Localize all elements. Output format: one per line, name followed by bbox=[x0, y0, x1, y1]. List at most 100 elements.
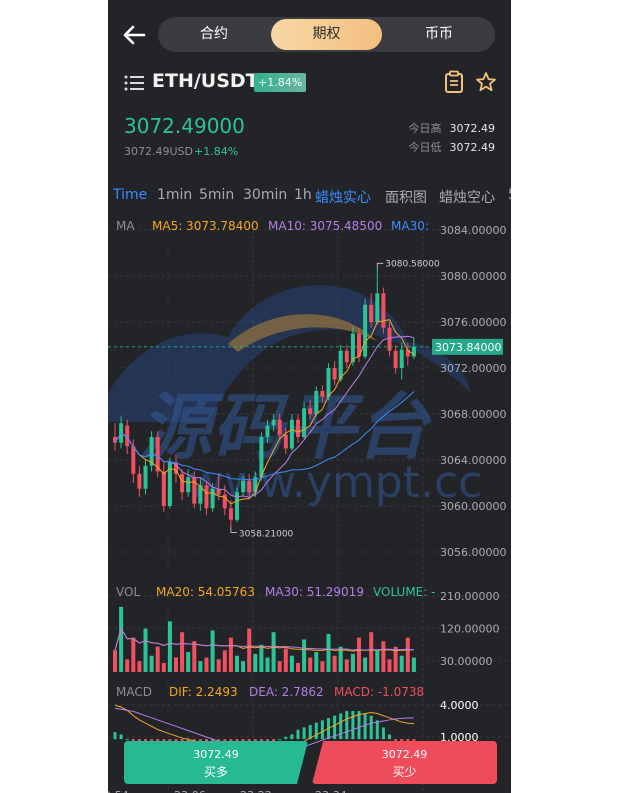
volume-bar bbox=[204, 657, 209, 672]
current-price-value: 3073.84000 bbox=[435, 341, 501, 354]
candle bbox=[137, 465, 142, 497]
macd-histogram-bar bbox=[369, 715, 373, 740]
volume-bar bbox=[363, 657, 368, 672]
vol-ma20-readout: MA20: 54.05763 bbox=[156, 585, 255, 599]
dea-readout: DEA: 2.7862 bbox=[249, 685, 324, 699]
price-tick-label: 3072.00000 bbox=[440, 362, 506, 375]
macd-histogram-bar bbox=[339, 713, 343, 740]
candle bbox=[393, 345, 398, 374]
main-indicator-label[interactable]: MA bbox=[116, 219, 135, 233]
volume-bar bbox=[131, 637, 136, 672]
candle-body bbox=[228, 508, 233, 520]
timeframe-more[interactable]: 5 bbox=[508, 187, 511, 203]
timeframe-1h[interactable]: 1h bbox=[294, 187, 312, 203]
candle-body bbox=[247, 480, 252, 493]
timeframe-30min[interactable]: 30min bbox=[243, 187, 287, 203]
candle-body bbox=[308, 408, 313, 414]
candle-body bbox=[241, 480, 246, 493]
ma30-readout: MA30: bbox=[391, 219, 429, 233]
volume-bar bbox=[314, 652, 319, 672]
timeframe-5min[interactable]: 5min bbox=[199, 187, 234, 203]
candle bbox=[235, 487, 239, 523]
price-usd: 3072.49USD bbox=[124, 145, 193, 158]
tab-options[interactable]: 期权 bbox=[271, 19, 382, 50]
volume-bar bbox=[253, 653, 258, 672]
trading-pair-name[interactable]: ETH/USDT bbox=[152, 70, 259, 92]
candle-body bbox=[210, 488, 215, 509]
timeframe-time[interactable]: Time bbox=[113, 187, 147, 203]
volume-bar bbox=[161, 662, 166, 672]
vol-ma30-readout: MA30: 51.29019 bbox=[265, 585, 364, 599]
candle-body bbox=[143, 465, 148, 489]
macd-histogram-bar bbox=[125, 739, 129, 741]
macd-histogram-bar bbox=[302, 727, 306, 740]
max-price-label: 3080.58000 bbox=[385, 259, 440, 269]
watermark-url: www.ympt.cc bbox=[188, 457, 482, 508]
today-high: 今日高 3072.49 bbox=[409, 120, 496, 136]
volume-bar bbox=[137, 661, 142, 672]
volume-bar bbox=[387, 659, 392, 672]
timeframe-1min[interactable]: 1min bbox=[157, 187, 192, 203]
macd-histogram-bar bbox=[320, 720, 324, 740]
tab-contract[interactable]: 合约 bbox=[158, 17, 270, 52]
max-price-pointer bbox=[376, 262, 384, 270]
candle-body bbox=[387, 327, 392, 351]
volume-bar bbox=[222, 650, 227, 672]
macd-axis: 4.00001.0000 bbox=[440, 699, 479, 744]
candle bbox=[381, 287, 386, 334]
back-arrow-icon[interactable] bbox=[122, 24, 146, 46]
candle bbox=[399, 342, 404, 380]
volume-bar bbox=[283, 648, 288, 672]
volume-bar bbox=[241, 661, 246, 672]
favorite-star-icon[interactable] bbox=[475, 70, 497, 94]
app-screen: 合约 期权 币币 ETH/USDT +1.84% 3072.49000 3072… bbox=[108, 0, 511, 793]
candle-body bbox=[161, 471, 166, 506]
volume-bar bbox=[357, 637, 361, 672]
change-badge: +1.84% bbox=[254, 73, 307, 92]
time-tick-label: 23:06 bbox=[174, 789, 206, 793]
volume-bar bbox=[247, 628, 252, 672]
volume-bar bbox=[296, 662, 300, 672]
ma5-readout: MA5: 3073.78400 bbox=[152, 219, 259, 233]
chart-style-solid-candle[interactable]: 蜡烛实心 bbox=[315, 187, 371, 207]
volume-ma-lines bbox=[114, 627, 414, 652]
candle-body bbox=[381, 293, 386, 328]
volume-bar bbox=[192, 641, 197, 672]
list-menu-icon[interactable] bbox=[124, 75, 144, 91]
volume-readout: VOLUME: - bbox=[373, 585, 435, 599]
volume-bar bbox=[320, 661, 325, 672]
buy-short-button[interactable]: 3072.49 买少 bbox=[312, 741, 497, 784]
chart-style-hollow-candle[interactable]: 蜡烛空心 bbox=[439, 187, 495, 207]
price-tick-label: 3076.00000 bbox=[440, 316, 506, 329]
tab-spot[interactable]: 币币 bbox=[383, 17, 495, 52]
macd-tick-label: 4.0000 bbox=[440, 699, 479, 712]
volume-ma20-line bbox=[114, 627, 414, 652]
order-clipboard-icon[interactable] bbox=[443, 70, 465, 94]
candle-body bbox=[320, 391, 325, 397]
time-axis: 2:54 23:06 23:22 23:34 bbox=[108, 789, 347, 793]
candle-body bbox=[289, 419, 294, 449]
candle bbox=[180, 469, 185, 501]
candle-body bbox=[277, 419, 282, 435]
macd-histogram-bar bbox=[290, 734, 294, 740]
today-high-value: 3072.49 bbox=[449, 122, 496, 135]
candle-body bbox=[344, 350, 349, 363]
macd-histogram-bar bbox=[363, 713, 367, 740]
kline-chart[interactable]: 源码平台 www.ympt.cc MA MA5: 3073.78400 MA10… bbox=[108, 212, 511, 793]
candle-body bbox=[192, 477, 197, 504]
macd-histogram-bar bbox=[113, 732, 117, 740]
macd-histogram-bar bbox=[375, 720, 379, 740]
candle bbox=[149, 431, 154, 472]
candle-body bbox=[393, 350, 398, 368]
macd-readout: MACD: -1.0738 bbox=[334, 685, 424, 699]
time-tick-label: 23:34 bbox=[315, 789, 347, 793]
ticker-header: ETH/USDT +1.84% bbox=[124, 70, 497, 96]
macd-histogram-bar bbox=[314, 722, 318, 740]
chart-style-area[interactable]: 面积图 bbox=[385, 187, 427, 207]
candle bbox=[411, 338, 416, 359]
price-tick-label: 3060.00000 bbox=[440, 500, 506, 513]
buy-long-button[interactable]: 3072.49 买多 bbox=[124, 741, 308, 784]
candle bbox=[363, 299, 368, 359]
volume-bar bbox=[350, 653, 355, 672]
volume-bars bbox=[113, 606, 416, 672]
